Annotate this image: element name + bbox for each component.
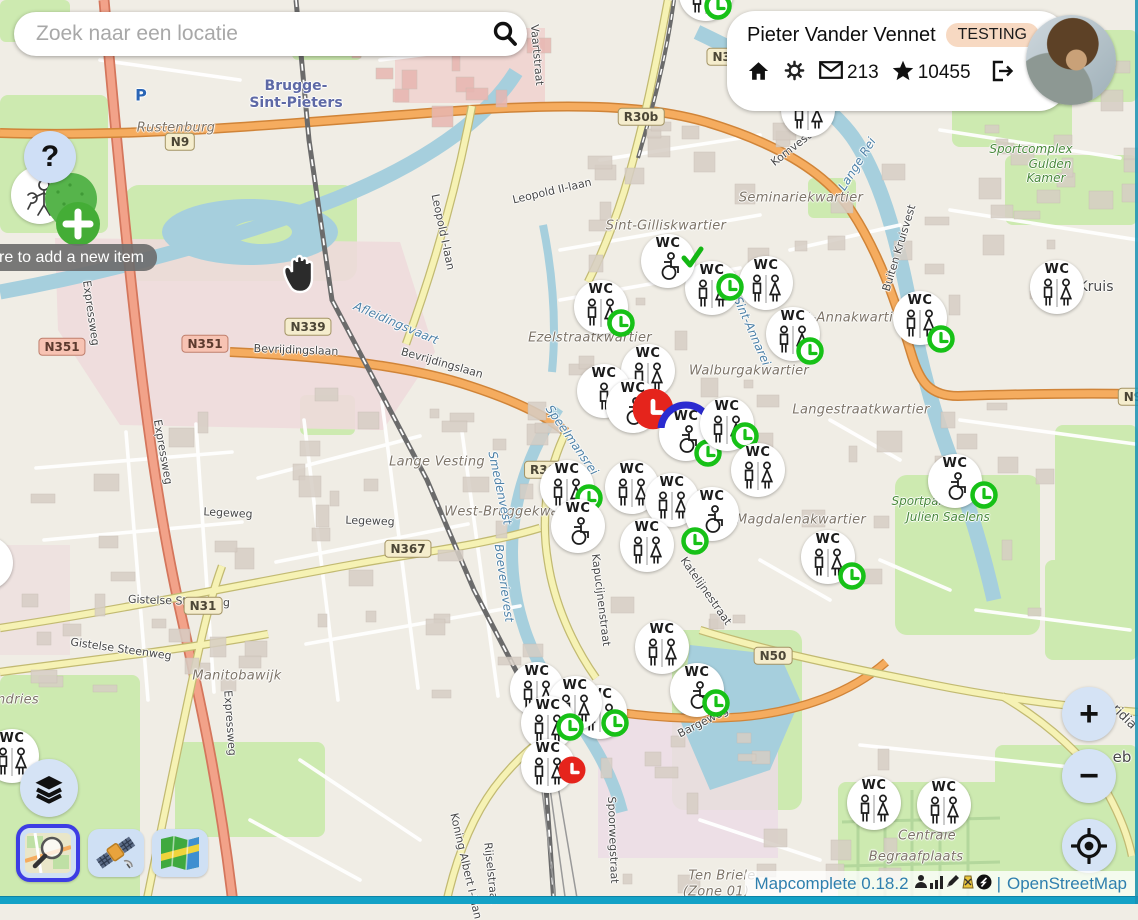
- open-badge-icon: [606, 308, 636, 338]
- open-badge-icon: [703, 0, 733, 21]
- testing-badge: TESTING: [946, 23, 1039, 47]
- open-badge-icon: [701, 688, 731, 718]
- layers-icon: [31, 770, 67, 806]
- open-badge-icon: [600, 708, 630, 738]
- basemap-map-button[interactable]: [152, 829, 208, 877]
- closed-badge-icon: [557, 755, 587, 785]
- zoom-controls: + −: [1062, 687, 1116, 803]
- hand-cursor-icon: [280, 252, 320, 303]
- user-panel: Pieter Vander Vennet TESTING 213 10455: [727, 11, 1067, 111]
- osm-link[interactable]: OpenStreetMap: [1007, 874, 1127, 894]
- crosshair-icon: [1071, 828, 1107, 864]
- open-badge-icon: [837, 561, 867, 591]
- geolocate-button[interactable]: [1062, 819, 1116, 873]
- flag-map-icon[interactable]: [961, 874, 975, 894]
- home-icon[interactable]: [747, 60, 770, 87]
- basemap-switcher: [16, 824, 208, 882]
- open-badge-icon: [795, 336, 825, 366]
- open-badge-icon: [969, 480, 999, 510]
- search-icon[interactable]: [483, 12, 527, 56]
- open-badge-icon: [926, 324, 956, 354]
- star-icon: [892, 60, 914, 87]
- check-badge-icon: [677, 242, 707, 272]
- zoom-in-label: +: [1079, 695, 1099, 734]
- changesets-count: 10455: [918, 62, 971, 84]
- user-name[interactable]: Pieter Vander Vennet: [747, 24, 936, 47]
- bottom-bar: [0, 896, 1138, 904]
- markers-layer: WCWCWCWCWCWCWCWCWCWCWCWCWCWCWCWCWCWCWCWC…: [0, 0, 1138, 904]
- basemap-osm-button[interactable]: [16, 824, 80, 882]
- layers-button[interactable]: [20, 759, 78, 817]
- settings-gear-icon[interactable]: [783, 59, 806, 87]
- messages-count: 213: [847, 62, 879, 84]
- satellite-icon: [94, 834, 138, 872]
- open-badge-icon: [715, 272, 745, 302]
- zoom-out-button[interactable]: −: [1062, 749, 1116, 803]
- statistics-icon[interactable]: [929, 874, 944, 894]
- open-badge-icon: [680, 526, 710, 556]
- mail-icon: [819, 61, 843, 85]
- more-attribution-icon[interactable]: [976, 874, 992, 895]
- search-input[interactable]: [34, 21, 483, 47]
- basemap-satellite-button[interactable]: [88, 829, 144, 877]
- messages-stat[interactable]: 213: [819, 61, 879, 85]
- contributors-icon[interactable]: [914, 874, 928, 894]
- help-button[interactable]: ?: [24, 131, 76, 183]
- help-label: ?: [41, 140, 59, 174]
- edit-pencil-icon[interactable]: [945, 874, 960, 894]
- changesets-stat[interactable]: 10455: [892, 60, 971, 87]
- attribution-separator: |: [997, 874, 1001, 894]
- search-bar: [14, 12, 527, 56]
- zoom-out-label: −: [1079, 757, 1099, 796]
- osm-map-icon: [25, 833, 71, 873]
- add-item-tooltip: re to add a new item: [0, 244, 157, 271]
- attribution-app-link[interactable]: Mapcomplete 0.18.2: [755, 874, 909, 894]
- attribution-bar: Mapcomplete 0.18.2 | OpenStreetMap: [745, 871, 1135, 897]
- avatar[interactable]: [1026, 15, 1116, 105]
- zoom-in-button[interactable]: +: [1062, 687, 1116, 741]
- logout-icon[interactable]: [990, 60, 1014, 87]
- folded-map-icon: [158, 834, 202, 872]
- open-badge-icon: [555, 712, 585, 742]
